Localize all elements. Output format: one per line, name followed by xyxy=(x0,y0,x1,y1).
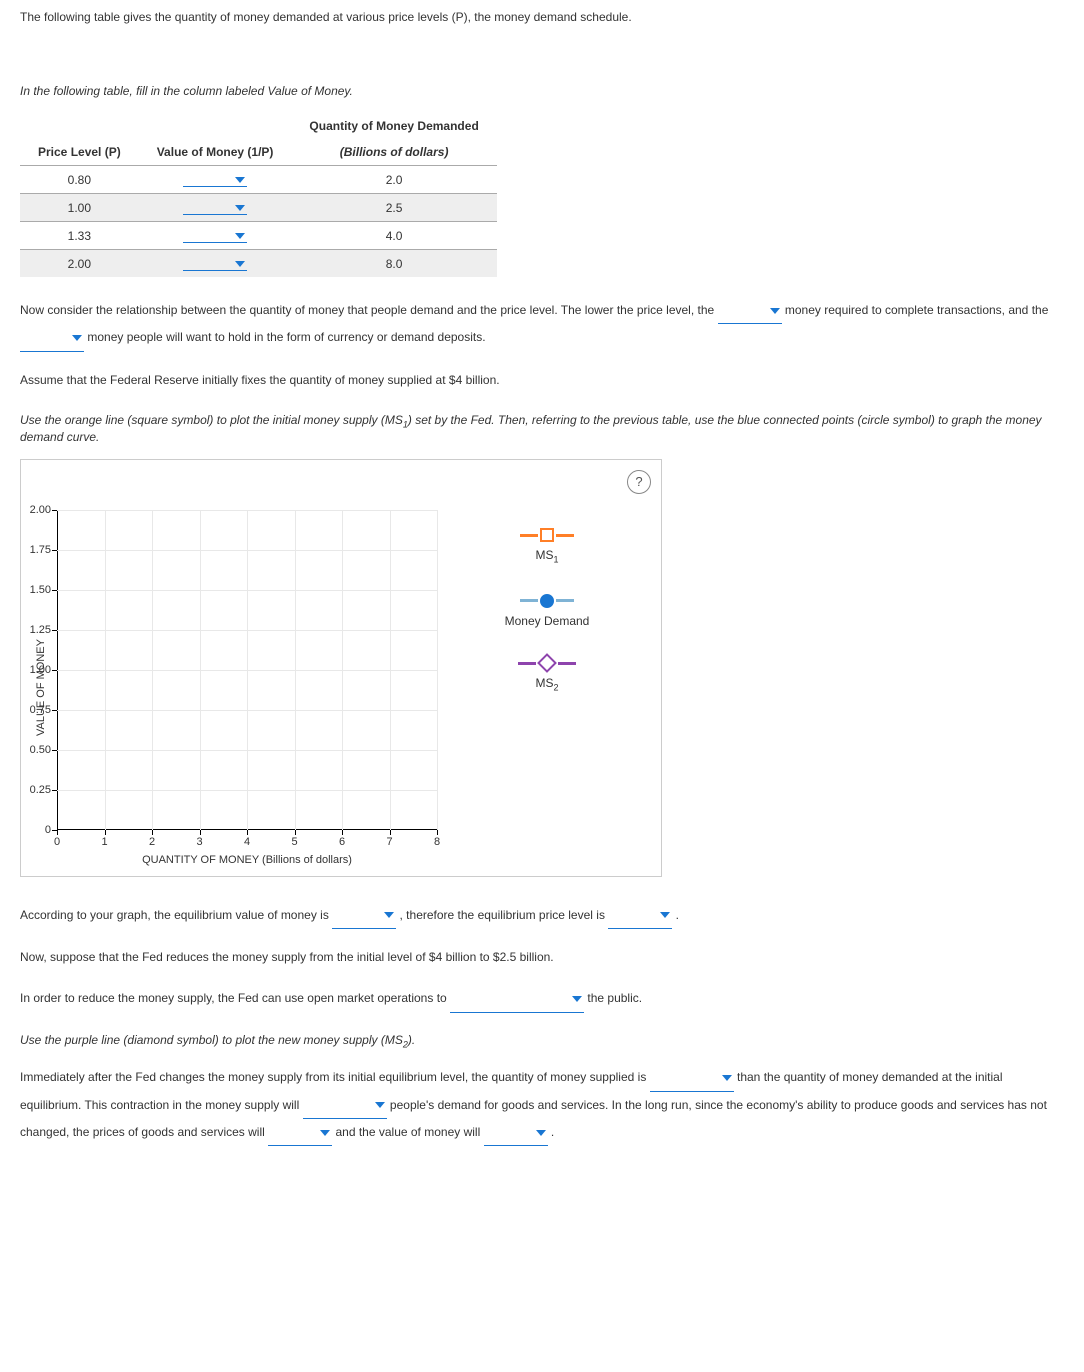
instruction-1: In the following table, fill in the colu… xyxy=(20,84,1064,98)
dropdown-lower-higher-1[interactable] xyxy=(718,297,782,324)
cell-q: 2.5 xyxy=(291,194,496,222)
dropdown-omo[interactable] xyxy=(450,985,584,1012)
x-axis-label: QUANTITY OF MONEY (Billions of dollars) xyxy=(57,854,437,866)
col2-header: Value of Money (1/P) xyxy=(139,139,292,166)
text: Use the orange line (square symbol) to p… xyxy=(20,413,385,427)
text: ). xyxy=(408,1033,415,1047)
text: MS xyxy=(385,413,403,427)
intro-text: The following table gives the quantity o… xyxy=(20,10,1064,24)
text: Use the purple line (diamond symbol) to … xyxy=(20,1033,385,1047)
dropdown-supplied-compare[interactable] xyxy=(650,1064,734,1091)
text: the public. xyxy=(587,991,642,1005)
chevron-down-icon xyxy=(770,308,780,314)
chevron-down-icon xyxy=(235,233,245,239)
text: MS xyxy=(385,1033,403,1047)
cell-p: 0.80 xyxy=(20,166,139,194)
cell-p: 1.00 xyxy=(20,194,139,222)
dropdown-lower-higher-2[interactable] xyxy=(20,324,84,351)
legend-ms2[interactable]: MS2 xyxy=(462,656,632,693)
text: . xyxy=(676,908,679,922)
text: and the value of money will xyxy=(335,1125,483,1139)
text: . xyxy=(551,1125,554,1139)
text: In order to reduce the money supply, the… xyxy=(20,991,450,1005)
money-demand-table: Quantity of Money Demanded Price Level (… xyxy=(20,113,497,277)
chevron-down-icon xyxy=(72,335,82,341)
chevron-down-icon xyxy=(536,1130,546,1136)
text: Now consider the relationship between th… xyxy=(20,303,718,317)
cell-p: 1.33 xyxy=(20,222,139,250)
cell-q: 2.0 xyxy=(291,166,496,194)
circle-icon xyxy=(540,594,554,608)
col3-header-bottom: (Billions of dollars) xyxy=(291,139,496,166)
dropdown-eq-value[interactable] xyxy=(332,902,396,929)
legend-money-demand[interactable]: Money Demand xyxy=(462,593,632,628)
text: 2 xyxy=(553,683,558,693)
table-row: 0.80 2.0 xyxy=(20,166,497,194)
chevron-down-icon xyxy=(722,1075,732,1081)
legend-ms1[interactable]: MS1 xyxy=(462,528,632,565)
dropdown-prices-change[interactable] xyxy=(268,1119,332,1146)
text: 1 xyxy=(553,555,558,565)
text: MS xyxy=(535,548,553,562)
paragraph-fed-reduce: Now, suppose that the Fed reduces the mo… xyxy=(20,944,1064,970)
chevron-down-icon xyxy=(384,912,394,918)
dropdown-demand-change[interactable] xyxy=(303,1092,387,1119)
paragraph-omo: In order to reduce the money supply, the… xyxy=(20,985,1064,1012)
cell-p: 2.00 xyxy=(20,250,139,278)
col1-header: Price Level (P) xyxy=(20,139,139,166)
square-icon xyxy=(540,528,554,542)
dropdown-eq-price[interactable] xyxy=(608,902,672,929)
chevron-down-icon xyxy=(572,996,582,1002)
cell-q: 4.0 xyxy=(291,222,496,250)
text: , therefore the equilibrium price level … xyxy=(400,908,609,922)
chevron-down-icon xyxy=(235,177,245,183)
table-row: 2.00 8.0 xyxy=(20,250,497,278)
text: Money Demand xyxy=(462,614,632,628)
plot-area[interactable]: 01234567800.250.500.751.001.251.501.752.… xyxy=(57,510,437,830)
col3-header-top: Quantity of Money Demanded xyxy=(291,113,496,139)
instruction-2: Use the orange line (square symbol) to p… xyxy=(20,413,1064,443)
value-money-dropdown-0[interactable] xyxy=(183,172,247,187)
table-row: 1.33 4.0 xyxy=(20,222,497,250)
text: Immediately after the Fed changes the mo… xyxy=(20,1070,650,1084)
table-row: 1.00 2.5 xyxy=(20,194,497,222)
chevron-down-icon xyxy=(235,261,245,267)
paragraph-fed-assume: Assume that the Federal Reserve initiall… xyxy=(20,367,1064,393)
chevron-down-icon xyxy=(235,205,245,211)
chart-container: ? VALUE OF MONEY 01234567800.250.500.751… xyxy=(20,459,662,877)
value-money-dropdown-3[interactable] xyxy=(183,256,247,271)
value-money-dropdown-2[interactable] xyxy=(183,228,247,243)
value-money-dropdown-1[interactable] xyxy=(183,200,247,215)
paragraph-equilibrium: According to your graph, the equilibrium… xyxy=(20,902,1064,929)
chevron-down-icon xyxy=(375,1102,385,1108)
instruction-3: Use the purple line (diamond symbol) to … xyxy=(20,1033,1064,1049)
text: MS xyxy=(535,676,553,690)
diamond-icon xyxy=(537,654,557,674)
chart-legend: MS1 Money Demand MS2 xyxy=(462,510,632,866)
y-axis-label: VALUE OF MONEY xyxy=(31,510,47,866)
help-icon[interactable]: ? xyxy=(627,470,651,494)
dropdown-value-change[interactable] xyxy=(484,1119,548,1146)
intro-span: The following table gives the quantity o… xyxy=(20,10,632,24)
chevron-down-icon xyxy=(660,912,670,918)
paragraph-relationship: Now consider the relationship between th… xyxy=(20,297,1064,352)
text: money required to complete transactions,… xyxy=(785,303,1048,317)
text: According to your graph, the equilibrium… xyxy=(20,908,332,922)
text: money people will want to hold in the fo… xyxy=(87,330,485,344)
paragraph-after-change: Immediately after the Fed changes the mo… xyxy=(20,1064,1064,1146)
chevron-down-icon xyxy=(320,1130,330,1136)
cell-q: 8.0 xyxy=(291,250,496,278)
